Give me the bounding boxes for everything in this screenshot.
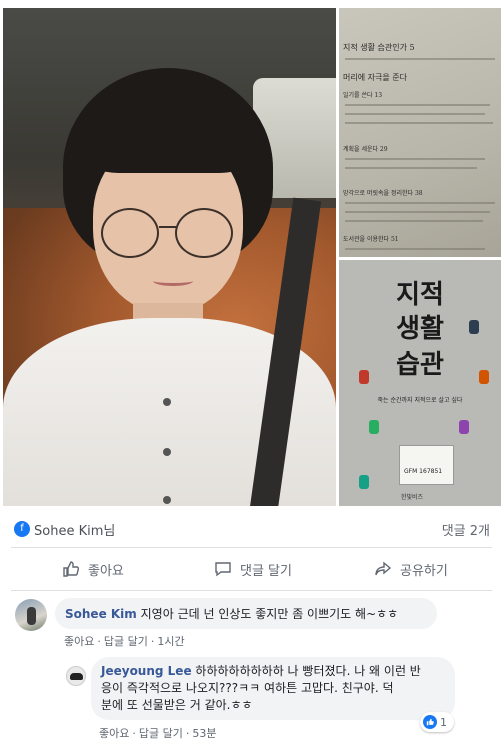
comment-label: 댓글 달기 [240, 563, 292, 579]
book-title-line: 지적 [396, 280, 444, 310]
like-button[interactable]: 좋아요 [62, 557, 124, 581]
divider [11, 590, 492, 591]
toc-line: 도서관을 이용한다 51 [343, 236, 399, 243]
toc-rule [345, 202, 495, 204]
book-cover-photo[interactable]: 지적 생활 습관 죽는 순간까지 지적으로 살고 싶다 GFM 167851 한… [339, 260, 501, 506]
library-label-code: GFM 167851 [404, 468, 443, 475]
reaction-count: 1 [440, 715, 447, 729]
illustration-figure [459, 420, 469, 434]
reply-like-link[interactable]: 좋아요 [99, 727, 129, 740]
illustration-figure [479, 370, 489, 384]
selfie-photo[interactable] [3, 8, 336, 506]
toc-line: 계획을 세운다 29 [343, 146, 388, 153]
toc-rule [345, 158, 485, 160]
glasses-right [175, 208, 233, 258]
toc-line: 지적 생활 습관인가 5 [343, 43, 415, 52]
table-of-contents-photo[interactable]: 지적 생활 습관인가 5 머리에 자극을 준다 일기를 쓴다 13 계획을 세운… [339, 8, 501, 257]
share-label: 공유하기 [400, 563, 448, 579]
comment-bubble: Sohee Kim 지영아 근데 넌 인상도 좋지만 좀 이쁘기도 해~ㅎㅎ [55, 598, 437, 629]
comment-reply-link[interactable]: 답글 달기 [104, 635, 148, 648]
toc-rule [345, 113, 485, 115]
shirt-button [163, 496, 171, 504]
toc-rule [345, 58, 495, 60]
glasses-bridge [159, 226, 176, 228]
library-label: GFM 167851 [399, 445, 454, 485]
share-button[interactable]: 공유하기 [374, 557, 448, 581]
comment-author[interactable]: Sohee Kim [65, 607, 137, 621]
reaction-count-chip[interactable]: 1 [420, 712, 454, 732]
comment-meta: 좋아요 · 답글 달기 · 1시간 [64, 635, 185, 648]
comment-like-link[interactable]: 좋아요 [64, 635, 94, 648]
comment-timestamp[interactable]: 1시간 [157, 635, 184, 648]
post-author-name[interactable]: Sohee Kim님 [34, 520, 115, 539]
bangs [85, 93, 253, 173]
reply-timestamp[interactable]: 53분 [192, 727, 216, 740]
shirt-button [163, 448, 171, 456]
toc-line: 망각으로 머릿속을 정리한다 38 [343, 190, 423, 197]
like-label: 좋아요 [88, 563, 124, 579]
comment-text: 지영아 근데 넌 인상도 좋지만 좀 이쁘기도 해~ㅎㅎ [140, 607, 399, 621]
reply-text-line: 분에 또 선물받은 거 같아.ㅎㅎ [101, 698, 253, 712]
toc-rule [345, 104, 490, 106]
thumbs-up-icon [63, 561, 80, 577]
share-icon [375, 561, 392, 576]
toc-rule [345, 167, 477, 169]
toc-line: 일기를 쓴다 13 [343, 92, 383, 99]
illustration-figure [369, 420, 379, 434]
glasses-left [101, 208, 159, 258]
comment-button[interactable]: 댓글 달기 [214, 557, 292, 581]
comment-count[interactable]: 댓글 2개 [442, 520, 490, 539]
illustration-figure [359, 475, 369, 489]
verified-badge-icon: f [14, 521, 30, 537]
shirt-button [163, 398, 171, 406]
toc-rule [345, 248, 485, 250]
reply-avatar[interactable] [66, 666, 86, 686]
comment-icon [215, 562, 231, 577]
reply-text-line: 하하하하하하하하 나 빵터졌다. 나 왜 이런 반 [195, 664, 421, 678]
reply-meta: 좋아요 · 답글 달기 · 53분 [99, 727, 217, 740]
like-reaction-icon [423, 715, 437, 729]
toc-line: 머리에 자극을 준다 [343, 73, 407, 82]
toc-rule [345, 211, 490, 213]
toc-rule [345, 122, 493, 124]
illustration-figure [359, 370, 369, 384]
publisher-name: 한빛비즈 [401, 494, 424, 501]
smile [153, 276, 193, 286]
book-subtitle: 죽는 순간까지 지적으로 살고 싶다 [377, 397, 463, 404]
toc-rule [345, 220, 483, 222]
photo-grid: 지적 생활 습관인가 5 머리에 자극을 준다 일기를 쓴다 13 계획을 세운… [0, 0, 503, 509]
reply-reply-link[interactable]: 답글 달기 [139, 727, 183, 740]
reply-text-line: 응이 즉각적으로 나오지???ㅋㅋ 여하튼 고맙다. 친구야. 덕 [101, 681, 394, 695]
illustration-figure [469, 320, 479, 334]
divider [11, 547, 492, 548]
commenter-avatar[interactable] [15, 599, 47, 631]
reply-bubble: Jeeyoung Lee 하하하하하하하하 나 빵터졌다. 나 왜 이런 반 응… [91, 657, 455, 720]
reply-author[interactable]: Jeeyoung Lee [101, 664, 192, 678]
